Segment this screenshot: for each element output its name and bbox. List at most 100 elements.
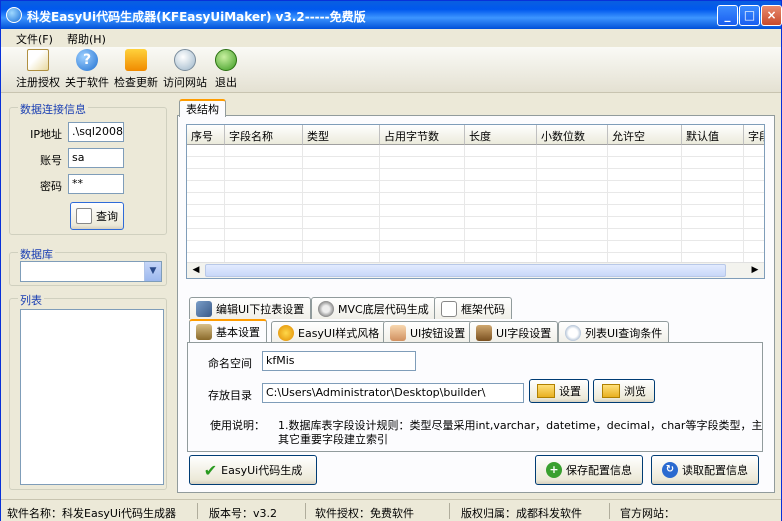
usage-text-line2: 其它重要字段建立索引 (278, 433, 388, 446)
folder-open-icon (602, 384, 620, 398)
minimize-button[interactable]: _ (717, 5, 738, 26)
exit-label: 退出 (215, 76, 237, 89)
password-label: 密码 (40, 180, 62, 193)
read-config-button[interactable]: ↻ 读取配置信息 (651, 455, 759, 485)
grid-header[interactable]: 默认值 (682, 125, 744, 145)
toolbar: 注册授权 ? 关于软件 检查更新 访问网站 退出 (1, 47, 781, 93)
tab-easyui-style[interactable]: EasyUI样式风格 (271, 321, 387, 343)
table-row[interactable] (187, 181, 764, 193)
pencil-icon (196, 300, 212, 317)
query-button[interactable]: 查询 (70, 202, 124, 230)
status-separator (305, 503, 306, 519)
app-window: 科发EasyUi代码生成器(KFEasyUiMaker) v3.2-----免费… (0, 0, 782, 521)
close-button[interactable]: × (761, 5, 782, 26)
directory-label: 存放目录 (208, 389, 252, 402)
database-group: 数据库 ▼ (9, 246, 167, 286)
tab-mvc-codegen[interactable]: MVC底层代码生成 (311, 297, 436, 319)
read-config-label: 读取配置信息 (682, 464, 748, 477)
namespace-input[interactable]: kfMis (262, 351, 416, 371)
maximize-button[interactable]: □ (739, 5, 760, 26)
grid-header[interactable]: 占用字节数 (380, 125, 465, 145)
password-input[interactable]: ** (68, 174, 124, 194)
exit-tool-button[interactable]: 退出 (210, 49, 242, 91)
register-tool-button[interactable]: 注册授权 (15, 49, 61, 91)
table-row[interactable] (187, 157, 764, 169)
save-config-label: 保存配置信息 (566, 464, 632, 477)
grid-horizontal-scrollbar[interactable]: ◀ ▶ (187, 262, 764, 278)
generate-button[interactable]: ✔ EasyUi代码生成 (189, 455, 317, 485)
website-tool-button[interactable]: 访问网站 (162, 49, 208, 91)
magnifier-document-icon (76, 208, 92, 224)
building-icon (196, 324, 212, 340)
table-row[interactable] (187, 193, 764, 205)
update-tool-button[interactable]: 检查更新 (113, 49, 159, 91)
grid-header[interactable]: 长度 (465, 125, 537, 145)
directory-input[interactable]: C:\Users\Administrator\Desktop\builder\ (262, 383, 524, 403)
grid-header[interactable]: 类型 (303, 125, 380, 145)
grid-header[interactable]: 序号 (187, 125, 225, 145)
namespace-label: 命名空间 (208, 357, 252, 370)
user-label: 账号 (40, 154, 62, 167)
tab-basic-settings[interactable]: 基本设置 (189, 319, 267, 343)
set-directory-button[interactable]: 设置 (529, 379, 589, 403)
tab-ui-button[interactable]: UI按钮设置 (383, 321, 473, 343)
list-group-title: 列表 (18, 292, 44, 308)
refresh-icon: ↻ (662, 462, 678, 478)
update-arrows-icon (125, 49, 147, 71)
status-version: 版本号：v3.2 (209, 507, 278, 520)
tab-ui-button-label: UI按钮设置 (410, 326, 466, 340)
menu-help[interactable]: 帮助(H) (67, 31, 106, 47)
connection-group-title: 数据连接信息 (18, 101, 88, 117)
table-listbox[interactable] (20, 309, 164, 485)
database-select[interactable]: ▼ (20, 261, 162, 282)
tab-list-query-label: 列表UI查询条件 (585, 326, 663, 340)
browse-button[interactable]: 浏览 (593, 379, 655, 403)
update-label: 检查更新 (114, 76, 158, 89)
field-grid: 序号 字段名称 类型 占用字节数 长度 小数位数 允许空 默认值 字段 (186, 124, 765, 279)
register-label: 注册授权 (16, 76, 60, 89)
status-bar: 软件名称：科发EasyUi代码生成器 版本号：v3.2 软件授权：免费软件 版权… (1, 499, 781, 521)
gear-icon (318, 300, 334, 317)
user-input[interactable]: sa (68, 148, 124, 168)
tab-easyui-style-label: EasyUI样式风格 (298, 326, 380, 340)
grid-header[interactable]: 小数位数 (537, 125, 608, 145)
chevron-down-icon[interactable]: ▼ (144, 262, 161, 281)
grid-divider (464, 145, 465, 262)
scroll-right-icon[interactable]: ▶ (748, 264, 762, 277)
query-button-label: 查询 (96, 210, 118, 223)
help-icon: ? (76, 49, 98, 71)
status-license: 软件授权：免费软件 (315, 507, 414, 520)
table-row[interactable] (187, 169, 764, 181)
grid-header[interactable]: 允许空 (608, 125, 682, 145)
tab-list-query[interactable]: 列表UI查询条件 (558, 321, 670, 343)
save-config-button[interactable]: + 保存配置信息 (535, 455, 643, 485)
table-row[interactable] (187, 241, 764, 253)
grid-header[interactable]: 字段 (744, 125, 764, 145)
hand-pointer-icon (390, 324, 406, 341)
connection-group: 数据连接信息 IP地址 .\sql2008 账号 sa 密码 ** 查询 (9, 101, 167, 235)
tab-ui-field[interactable]: UI字段设置 (469, 321, 559, 343)
hierarchy-icon (441, 300, 457, 317)
tab-framework-code-label: 框架代码 (461, 302, 505, 316)
tab-basic-settings-label: 基本设置 (216, 326, 260, 339)
table-row[interactable] (187, 217, 764, 229)
title-bar: 科发EasyUi代码生成器(KFEasyUiMaker) v3.2-----免费… (1, 1, 782, 29)
scroll-left-icon[interactable]: ◀ (189, 264, 203, 277)
tab-table-structure[interactable]: 表结构 (179, 99, 226, 117)
ip-input[interactable]: .\sql2008 (68, 122, 124, 142)
tab-dropdown-settings[interactable]: 编辑UI下拉表设置 (189, 297, 312, 319)
grid-header[interactable]: 字段名称 (225, 125, 303, 145)
status-software-name: 软件名称：科发EasyUi代码生成器 (7, 507, 177, 520)
menu-file[interactable]: 文件(F) (16, 31, 53, 47)
tab-framework-code[interactable]: 框架代码 (434, 297, 512, 319)
table-row[interactable] (187, 205, 764, 217)
scrollbar-thumb[interactable] (205, 264, 726, 277)
status-copyright: 版权归属：成都科发软件 (461, 507, 582, 520)
checkmark-icon: ✔ (203, 460, 218, 480)
tab-ui-field-label: UI字段设置 (496, 326, 552, 340)
main-panel: 表结构 序号 字段名称 类型 占用字节数 长度 小数位数 允许空 默认值 字段 (177, 97, 775, 493)
globe-icon (174, 49, 196, 71)
table-row[interactable] (187, 145, 764, 157)
about-tool-button[interactable]: ? 关于软件 (64, 49, 110, 91)
table-row[interactable] (187, 229, 764, 241)
